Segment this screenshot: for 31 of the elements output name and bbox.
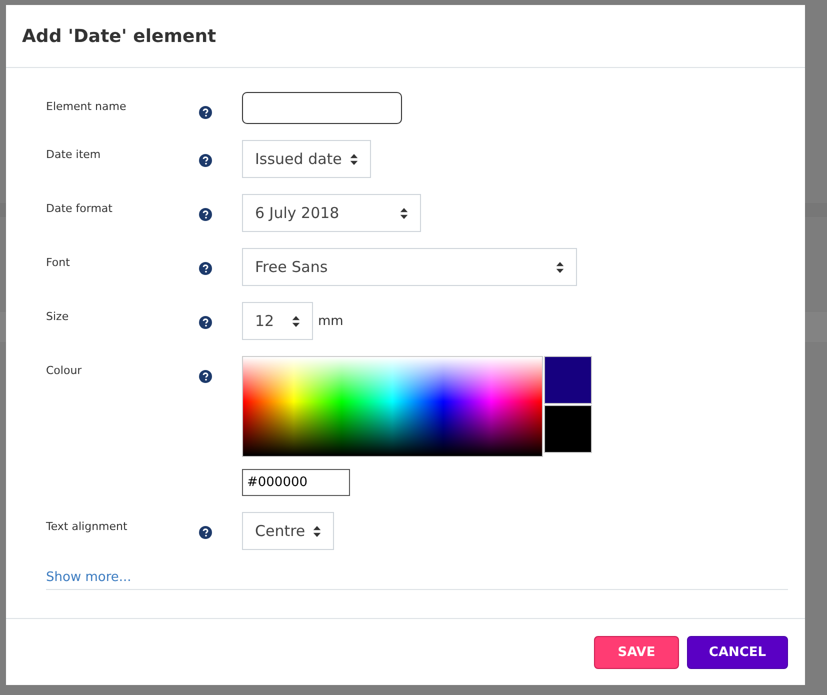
colour-gradient[interactable]: [242, 356, 543, 457]
help-icon[interactable]: [199, 370, 212, 383]
help-icon[interactable]: [199, 106, 212, 119]
field-label: Date item: [46, 147, 102, 161]
unit-label: mm: [318, 314, 344, 328]
select-dropdown[interactable]: 12: [242, 302, 313, 340]
help-icon[interactable]: [199, 262, 212, 275]
cancel-button[interactable]: CANCEL: [687, 636, 788, 668]
hex-field[interactable]: #000000: [242, 469, 350, 496]
help-icon[interactable]: [199, 154, 212, 167]
sort-caret-icon: [292, 316, 300, 326]
sort-caret-icon: [400, 208, 408, 218]
field-label: Text alignment: [46, 519, 128, 533]
text-field[interactable]: [242, 92, 402, 124]
field-label: Font: [46, 255, 71, 269]
help-icon[interactable]: [199, 526, 212, 539]
dialog-title: Add 'Date' element: [22, 26, 216, 46]
help-icon[interactable]: [199, 208, 212, 221]
select-dropdown[interactable]: Issued date: [242, 140, 371, 178]
field-label: Element name: [46, 99, 128, 113]
field-label: Date format: [46, 201, 114, 215]
sort-caret-icon: [556, 262, 564, 272]
sort-caret-icon: [350, 154, 358, 164]
sort-caret-icon: [313, 526, 322, 536]
field-label: Size: [46, 309, 70, 323]
select-dropdown[interactable]: 6 July 2018: [242, 194, 421, 232]
select-dropdown[interactable]: Centre: [242, 512, 334, 550]
field-label: Colour: [46, 363, 83, 377]
show-more-link[interactable]: Show more...: [46, 570, 132, 585]
help-icon[interactable]: [199, 316, 212, 329]
select-dropdown[interactable]: Free Sans: [242, 248, 577, 286]
